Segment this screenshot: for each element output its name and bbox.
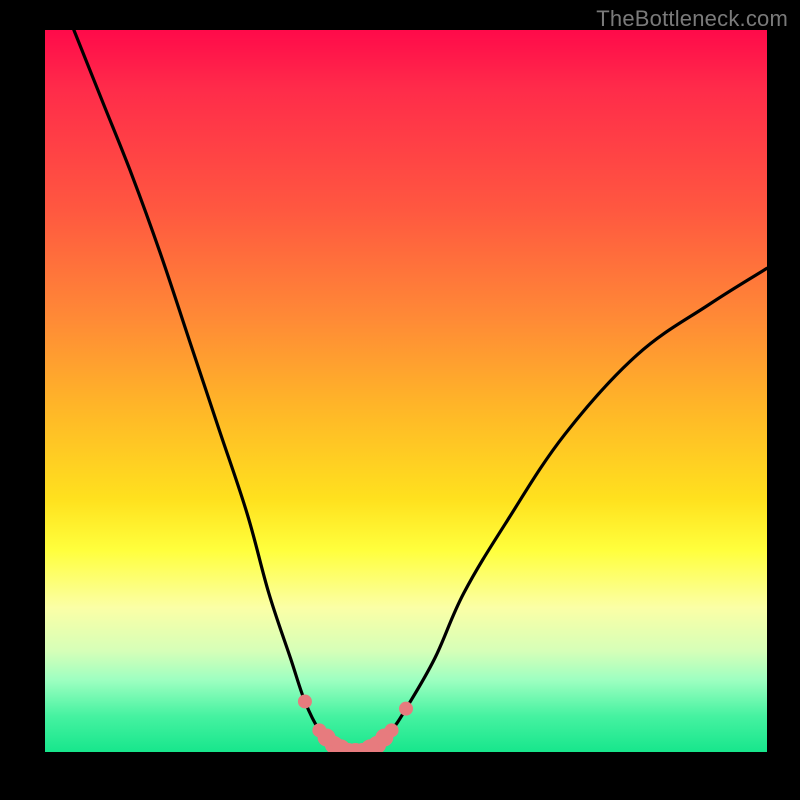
marker-dot (375, 729, 393, 747)
watermark-text: TheBottleneck.com (596, 6, 788, 32)
marker-dot (318, 729, 336, 747)
marker-dot (399, 702, 413, 716)
marker-dot (298, 694, 312, 708)
bottleneck-curve (45, 30, 767, 752)
chart-frame: TheBottleneck.com (0, 0, 800, 800)
plot-area (45, 30, 767, 752)
